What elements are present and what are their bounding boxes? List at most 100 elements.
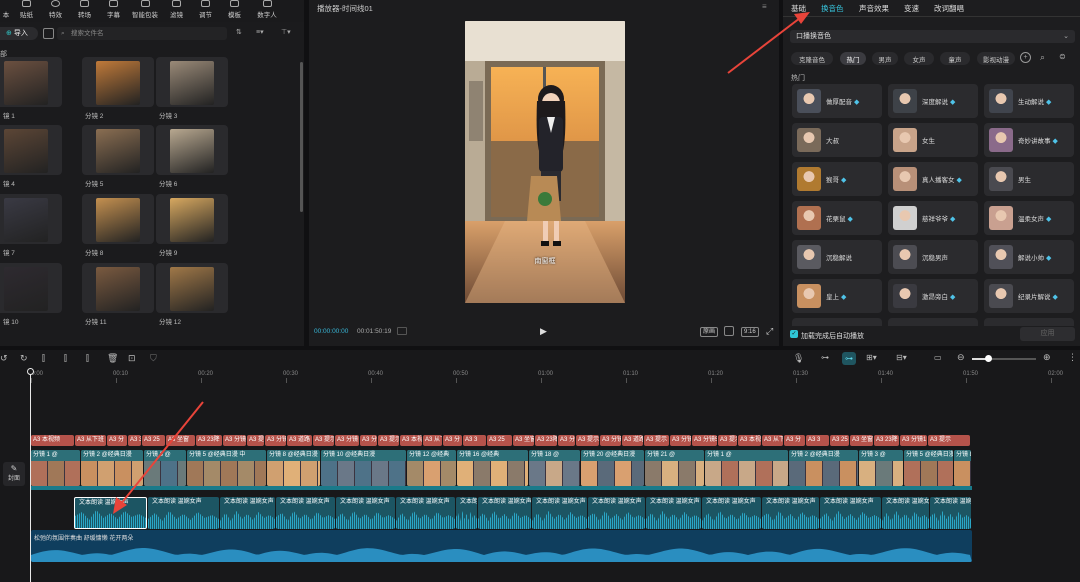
- text-clip[interactable]: A3 分镜1: [900, 435, 927, 446]
- toolbar-item-transition[interactable]: 转场: [70, 0, 99, 22]
- voice-card[interactable]: 生动解说 ◆: [984, 84, 1074, 118]
- list-sort-icon[interactable]: ≡▾: [256, 28, 264, 36]
- marker-icon[interactable]: ⊡: [128, 353, 136, 364]
- autoplay-checkbox[interactable]: ✓: [790, 330, 798, 338]
- text-clip[interactable]: A3 提示: [247, 435, 264, 446]
- media-thumb[interactable]: [82, 57, 154, 107]
- voice-card[interactable]: 沉稳解说: [792, 240, 882, 274]
- playhead-handle[interactable]: [27, 368, 34, 375]
- toolbar-item-adjust[interactable]: 调节: [191, 0, 220, 22]
- text-clip[interactable]: A3 坐窗: [513, 435, 534, 446]
- text-clip[interactable]: A3 分镜 1: [600, 435, 621, 446]
- text-clip[interactable]: A3 提示: [313, 435, 334, 446]
- toolbar-item-sticker[interactable]: 贴纸: [12, 0, 41, 22]
- voiceover-clip[interactable]: 文本朗读 温婉女声: [882, 497, 929, 529]
- voice-card[interactable]: 慈祥爷爷 ◆: [888, 201, 978, 235]
- tab-3[interactable]: 变速: [904, 3, 919, 14]
- text-clip[interactable]: A3 23降: [535, 435, 557, 446]
- video-clip[interactable]: 分镜 1 @: [31, 450, 80, 486]
- voiceover-clip[interactable]: 文本朗读 温婉女声: [276, 497, 335, 529]
- text-clip[interactable]: A3 坐窗: [166, 435, 195, 446]
- voice-card[interactable]: 沉稳男声: [888, 240, 978, 274]
- voice-card-partial[interactable]: [792, 318, 882, 326]
- video-clip[interactable]: 分镜 8 @经典日漫: [954, 450, 971, 486]
- delete-icon[interactable]: 🗑: [107, 353, 118, 364]
- text-clip[interactable]: A3 道路: [622, 435, 643, 446]
- video-clip[interactable]: 分镜 3 @: [144, 450, 186, 486]
- video-clip[interactable]: 分镜 5 @经典日漫 中: [187, 450, 266, 486]
- chip-1[interactable]: 热门: [840, 52, 866, 65]
- grid-icon[interactable]: [397, 327, 407, 335]
- voice-card[interactable]: 纪录片解说 ◆: [984, 279, 1074, 313]
- voice-card[interactable]: 解说小帅 ◆: [984, 240, 1074, 274]
- media-thumb[interactable]: [156, 57, 228, 107]
- video-clip[interactable]: 分镜 20 @经典日漫: [581, 450, 644, 486]
- text-clip[interactable]: A3 分镜1: [223, 435, 246, 446]
- voiceover-clip[interactable]: 文本朗读 温婉女声: [396, 497, 455, 529]
- voice-card[interactable]: 男生: [984, 162, 1074, 196]
- add-icon[interactable]: +: [1020, 52, 1031, 63]
- media-thumb[interactable]: [0, 57, 62, 107]
- mic-icon[interactable]: 🎙: [793, 353, 804, 364]
- video-clip[interactable]: 分镜 10 @经典日漫: [321, 450, 406, 486]
- media-thumb[interactable]: [156, 194, 228, 244]
- voice-card[interactable]: 女生: [888, 123, 978, 157]
- quality-button[interactable]: 原画: [700, 327, 719, 337]
- voiceover-clip[interactable]: 文本朗读 温婉女声: [930, 497, 971, 529]
- tab-2[interactable]: 声音效果: [859, 3, 889, 14]
- text-clip[interactable]: A3 23降: [196, 435, 222, 446]
- text-clip[interactable]: A3 提示: [928, 435, 970, 446]
- chip-5[interactable]: 影视动漫: [977, 52, 1015, 65]
- text-clip[interactable]: A3 23降: [874, 435, 899, 446]
- media-thumb[interactable]: [0, 194, 62, 244]
- voice-card[interactable]: 激昂旁白 ◆: [888, 279, 978, 313]
- text-clip[interactable]: A3 从下班: [75, 435, 106, 446]
- voice-card[interactable]: 温柔女声 ◆: [984, 201, 1074, 235]
- filter-sort-icon[interactable]: ⊤▾: [281, 28, 291, 36]
- voiceover-clip[interactable]: 文本朗读 温婉女声: [588, 497, 645, 529]
- voice-card[interactable]: 大叔: [792, 123, 882, 157]
- video-clip[interactable]: 分镜 5 @经典日漫 中: [904, 450, 953, 486]
- text-clip[interactable]: A3 道路: [287, 435, 312, 446]
- text-clip[interactable]: A3 3: [806, 435, 829, 446]
- media-thumb[interactable]: [0, 263, 62, 313]
- chip-3[interactable]: 女声: [904, 52, 934, 65]
- text-clip[interactable]: A3 提示: [644, 435, 669, 446]
- toolbar-item-effects[interactable]: 特效: [41, 0, 70, 22]
- toolbar-item-smart-pack[interactable]: 智能包装: [128, 0, 162, 22]
- text-clip[interactable]: A3 25: [830, 435, 849, 446]
- text-clip[interactable]: A3 3: [463, 435, 486, 446]
- grid-view-icon[interactable]: [43, 28, 54, 39]
- voiceover-clip[interactable]: 文本朗读 温婉女声: [478, 497, 531, 529]
- magnet-icon[interactable]: ⊶: [842, 352, 856, 365]
- voice-type-dropdown[interactable]: 口播换音色 ⌄: [790, 30, 1075, 43]
- zoom-out-icon[interactable]: ⊖: [957, 352, 965, 363]
- toolbar-item-digital-human[interactable]: 数字人: [249, 0, 285, 22]
- text-clip[interactable]: A3 25: [487, 435, 512, 446]
- tab-4[interactable]: 改词翻唱: [934, 3, 964, 14]
- tab-1[interactable]: 换音色: [821, 3, 844, 14]
- tab-0[interactable]: 基础: [791, 3, 806, 14]
- media-thumb[interactable]: [82, 194, 154, 244]
- split-left-icon[interactable]: ⫿: [64, 353, 67, 364]
- text-clip[interactable]: A3 分镜 1: [670, 435, 691, 446]
- voiceover-clip[interactable]: 文本朗读 温婉女声: [456, 497, 477, 529]
- split-right-icon[interactable]: ⫿: [86, 353, 89, 364]
- text-clip[interactable]: A3 分: [107, 435, 127, 446]
- filter-icon[interactable]: ⊜: [1059, 52, 1066, 61]
- more-icon[interactable]: ⋮: [1068, 352, 1077, 363]
- media-thumb[interactable]: [0, 125, 62, 175]
- undo-icon[interactable]: ↺: [0, 353, 8, 364]
- apply-button[interactable]: 应用: [1020, 327, 1075, 341]
- text-clip[interactable]: A3 3: [128, 435, 141, 446]
- link-icon[interactable]: ⊶: [821, 353, 829, 362]
- voice-card[interactable]: 奇妙讲故事 ◆: [984, 123, 1074, 157]
- media-thumb[interactable]: [82, 125, 154, 175]
- voiceover-clip[interactable]: 文本朗读 温婉女声: [820, 497, 881, 529]
- video-clip[interactable]: 分镜 12 @经典: [407, 450, 456, 486]
- search-icon[interactable]: ⌕: [1040, 52, 1045, 63]
- chip-4[interactable]: 童声: [940, 52, 970, 65]
- media-scrollbar[interactable]: [300, 62, 303, 212]
- voice-card[interactable]: 真人播客女 ◆: [888, 162, 978, 196]
- menu-icon[interactable]: ≡: [762, 2, 767, 11]
